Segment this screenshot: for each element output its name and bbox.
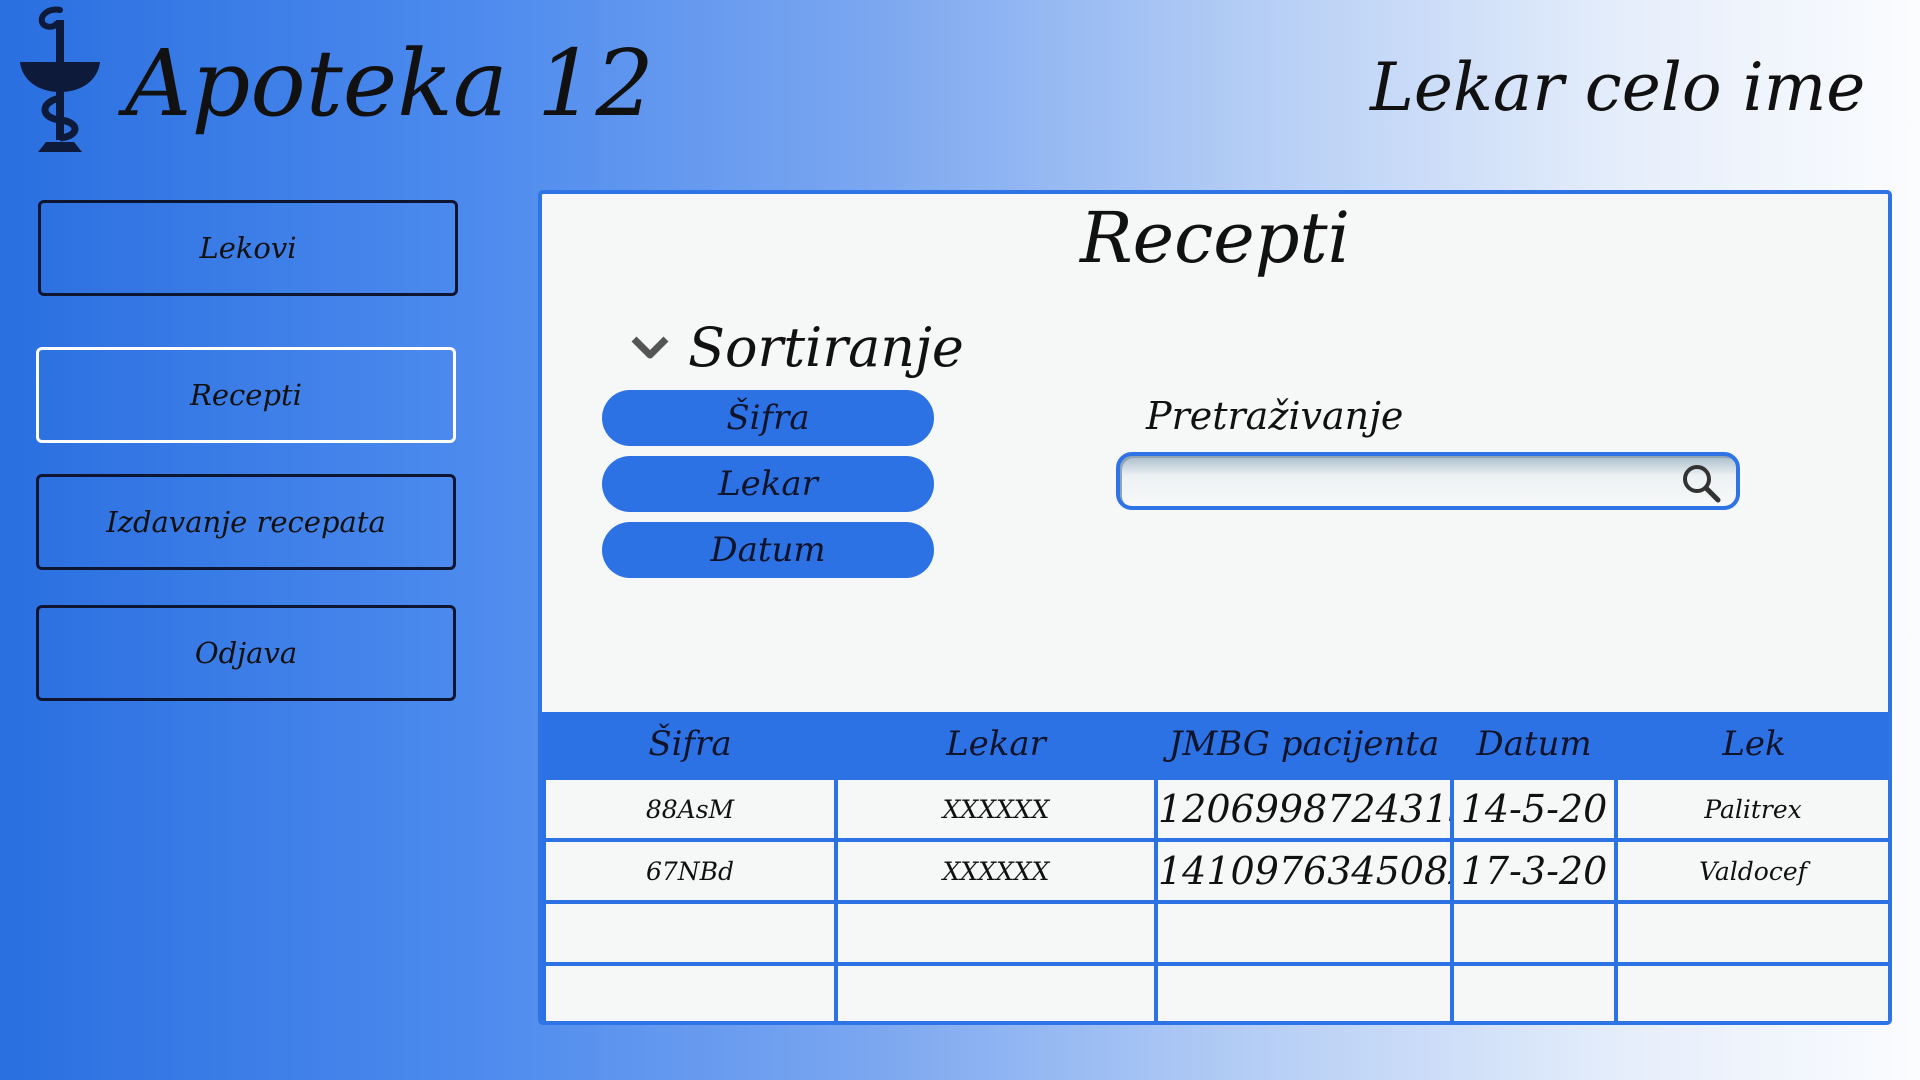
cell-lekar [834,962,1158,1021]
sort-label: Sortiranje [688,316,964,379]
cell-datum [1450,900,1618,966]
search-label: Pretraživanje [1146,394,1404,438]
sidebar-item-lekovi[interactable]: Lekovi [38,200,458,296]
user-name: Lekar celo ime [1370,49,1866,126]
cell-lek [1614,962,1888,1021]
pharmacy-logo-icon [20,6,100,152]
cell-sifra [542,900,838,966]
table-row[interactable]: 88AsM XXXXXX 1206998724315 14-5-20 Palit… [542,776,1888,842]
sort-toggle[interactable]: Sortiranje [630,316,964,379]
column-header-jmbg[interactable]: JMBG pacijenta [1154,712,1452,778]
sidebar-item-izdavanje-recepata[interactable]: Izdavanje recepata [36,474,456,570]
cell-lek: Valdocef [1614,838,1888,904]
column-header-lek[interactable]: Lek [1614,712,1888,778]
cell-sifra [542,962,838,1021]
table-header-row: Šifra Lekar JMBG pacijenta Datum Lek [542,712,1888,778]
cell-sifra: 88AsM [542,776,838,842]
table-row[interactable] [542,900,1888,966]
table-row[interactable] [542,962,1888,1021]
search-input[interactable] [1134,462,1678,502]
column-header-sifra[interactable]: Šifra [542,712,836,778]
search-box [1116,452,1740,510]
app-title: Apoteka 12 [125,30,655,137]
sidebar-item-recepti[interactable]: Recepti [36,347,456,443]
sidebar-item-odjava[interactable]: Odjava [36,605,456,701]
table-row[interactable]: 67NBd XXXXXX 1410976345082 17-3-20 Valdo… [542,838,1888,904]
sort-option-lekar[interactable]: Lekar [602,456,934,512]
column-header-lekar[interactable]: Lekar [834,712,1156,778]
cell-lekar [834,900,1158,966]
prescriptions-table: Šifra Lekar JMBG pacijenta Datum Lek 88A… [542,712,1888,1021]
cell-datum: 14-5-20 [1450,776,1618,842]
sidebar-item-label: Odjava [194,636,298,670]
cell-lek [1614,900,1888,966]
search-icon[interactable] [1680,462,1722,504]
cell-datum [1450,962,1618,1021]
cell-jmbg [1154,962,1454,1021]
sidebar-item-label: Recepti [190,378,302,412]
page-title: Recepti [1079,197,1351,279]
chevron-down-icon [631,336,669,358]
sort-option-datum[interactable]: Datum [602,522,934,578]
cell-lekar: XXXXXX [834,838,1158,904]
cell-jmbg: 1206998724315 [1154,776,1454,842]
cell-lekar: XXXXXX [834,776,1158,842]
cell-sifra: 67NBd [542,838,838,904]
sort-option-sifra[interactable]: Šifra [602,390,934,446]
sidebar-item-label: Izdavanje recepata [106,505,386,539]
cell-jmbg [1154,900,1454,966]
sidebar-item-label: Lekovi [199,231,297,265]
cell-jmbg: 1410976345082 [1154,838,1454,904]
cell-datum: 17-3-20 [1450,838,1618,904]
column-header-datum[interactable]: Datum [1450,712,1616,778]
cell-lek: Palitrex [1614,776,1888,842]
main-panel: Recepti Sortiranje Šifra Lekar Datum Pre… [538,190,1892,1025]
